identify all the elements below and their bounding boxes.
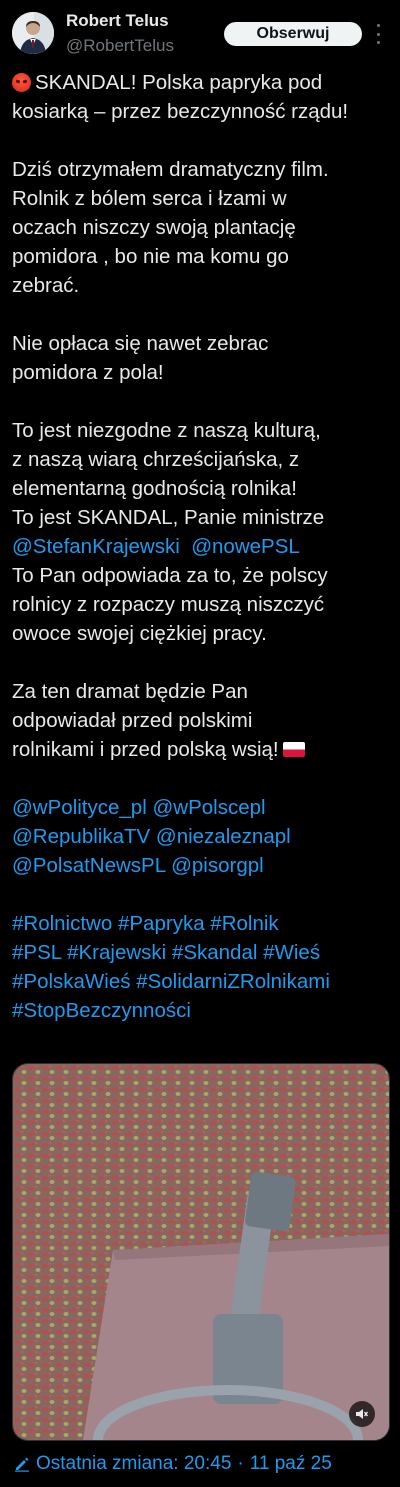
- tweet-paragraph: Za ten dramat będzie Pan odpowiadał prze…: [12, 677, 396, 764]
- tweet-paragraph: Dziś otrzymałem dramatyczny film. Rolnik…: [12, 158, 329, 297]
- edited-date: 11 paź 25: [249, 1453, 332, 1474]
- mention-link[interactable]: @wPolscepl: [152, 796, 265, 819]
- mention-link[interactable]: @pisorgpl: [171, 854, 264, 877]
- tweet-paragraph: Nie opłaca się nawet zebrac pomidora z p…: [12, 332, 269, 384]
- hashtag-link[interactable]: #Papryka: [118, 912, 205, 935]
- mentions-block: @wPolityce_pl @wPolscepl @RepublikaTV @n…: [12, 793, 396, 880]
- angry-face-emoji: [12, 73, 31, 92]
- hashtag-link[interactable]: #PolskaWieś: [12, 970, 131, 993]
- tweet-paragraph: To jest niezgodne z naszą kulturą, z nas…: [12, 419, 328, 645]
- tweet-paragraph: SKANDAL! Polska papryka pod kosiarką – p…: [12, 71, 349, 123]
- hashtag-link[interactable]: #PSL: [12, 941, 61, 964]
- mention-link[interactable]: @nowePSL: [191, 535, 300, 558]
- tweet-header: Robert Telus @RobertTelus Obserwuj: [0, 0, 400, 66]
- mention-link[interactable]: @RepublikaTV: [12, 825, 150, 848]
- more-icon[interactable]: [372, 24, 384, 44]
- edited-label: Ostatnia zmiana: 20:45: [36, 1453, 232, 1474]
- pencil-icon: [15, 1457, 29, 1472]
- follow-button[interactable]: Obserwuj: [224, 22, 362, 46]
- author-handle[interactable]: @RobertTelus: [66, 36, 174, 56]
- mute-icon: [356, 1409, 369, 1419]
- mention-link[interactable]: @StefanKrajewski: [12, 535, 180, 558]
- mute-button[interactable]: [349, 1401, 375, 1427]
- author-name[interactable]: Robert Telus: [66, 11, 169, 31]
- hashtag-link[interactable]: #Wieś: [263, 941, 320, 964]
- hashtag-link[interactable]: #Krajewski: [67, 941, 166, 964]
- mention-link[interactable]: @niezaleznapl: [156, 825, 291, 848]
- edit-history-link[interactable]: Ostatnia zmiana: 20:45 · 11 paź 25: [14, 1452, 332, 1476]
- hashtag-link[interactable]: #Rolnictwo: [12, 912, 112, 935]
- separator: ·: [237, 1453, 244, 1474]
- polish-flag-emoji: [282, 742, 305, 757]
- hashtag-link[interactable]: #Rolnik: [210, 912, 278, 935]
- mention-link[interactable]: @PolsatNewsPL: [12, 854, 165, 877]
- hashtag-link[interactable]: #SolidarniZRolnikami: [136, 970, 330, 993]
- tweet-text: SKANDAL! Polska papryka pod kosiarką – p…: [12, 68, 396, 1054]
- hashtag-link[interactable]: #Skandal: [172, 941, 257, 964]
- hashtags-block: #Rolnictwo #Papryka #Rolnik #PSL #Krajew…: [12, 909, 396, 1025]
- mention-link[interactable]: @wPolityce_pl: [12, 796, 147, 819]
- hashtag-link[interactable]: #StopBezczynności: [12, 999, 191, 1022]
- avatar[interactable]: [12, 12, 54, 54]
- video-player[interactable]: [12, 1063, 390, 1441]
- video-frame: [13, 1064, 389, 1440]
